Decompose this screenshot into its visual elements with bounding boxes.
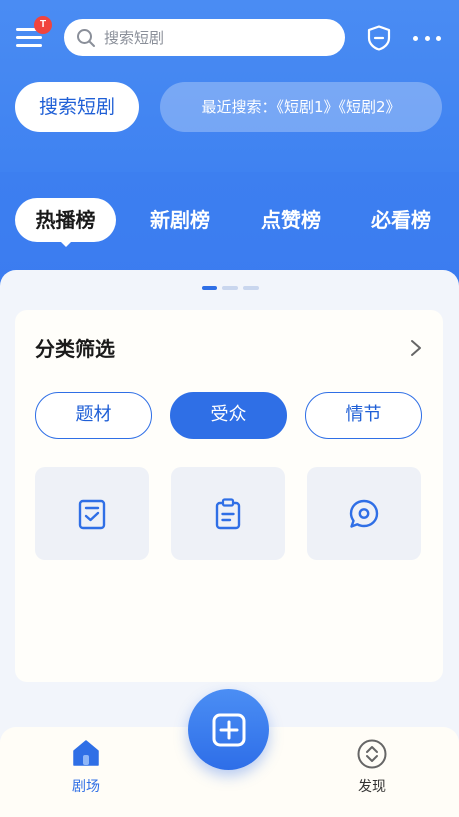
checklist-icon — [78, 499, 106, 529]
add-button[interactable] — [188, 689, 269, 770]
more-dot-icon — [413, 35, 418, 41]
nav-theater[interactable] — [56, 738, 116, 772]
search-input[interactable] — [104, 28, 324, 47]
tab-likes[interactable]: 点赞榜 — [261, 198, 321, 242]
nav-discover-label: 发现 — [358, 779, 386, 795]
chip-genre[interactable]: 题材 — [35, 392, 152, 439]
page-dot — [243, 286, 259, 290]
page-dot-active — [202, 286, 217, 290]
page-indicator — [202, 286, 259, 290]
page-dot — [222, 286, 238, 290]
filter-title: 分类筛选 — [35, 337, 115, 361]
tile-clipboard[interactable] — [171, 467, 285, 560]
chip-plot[interactable]: 情节 — [305, 392, 422, 439]
search-bar[interactable] — [64, 19, 345, 56]
shield-icon[interactable] — [367, 25, 391, 51]
nav-discover[interactable] — [342, 738, 402, 774]
tile-checklist[interactable] — [35, 467, 149, 560]
search-drama-button[interactable]: 搜索短剧 — [15, 82, 139, 132]
clipboard-icon — [215, 497, 241, 529]
plus-square-icon — [212, 713, 245, 746]
tab-new[interactable]: 新剧榜 — [150, 198, 210, 242]
search-icon — [77, 28, 95, 47]
tile-chat[interactable] — [307, 467, 421, 560]
chat-bubble-icon — [349, 499, 379, 528]
home-icon — [73, 740, 99, 766]
tab-must-watch[interactable]: 必看榜 — [371, 198, 431, 242]
more-options-button[interactable] — [413, 28, 441, 48]
menu-button[interactable]: T — [16, 16, 52, 50]
compass-icon — [357, 739, 387, 769]
recent-searches[interactable]: 最近搜索：《短剧1》《短剧2》 — [160, 82, 442, 132]
chip-audience[interactable]: 受众 — [170, 392, 287, 439]
nav-theater-label: 剧场 — [72, 779, 100, 795]
notification-badge: T — [34, 16, 52, 34]
active-tab-pointer — [58, 239, 74, 247]
tab-hot[interactable]: 热播榜 — [15, 198, 116, 242]
chevron-right-icon[interactable] — [408, 338, 424, 358]
